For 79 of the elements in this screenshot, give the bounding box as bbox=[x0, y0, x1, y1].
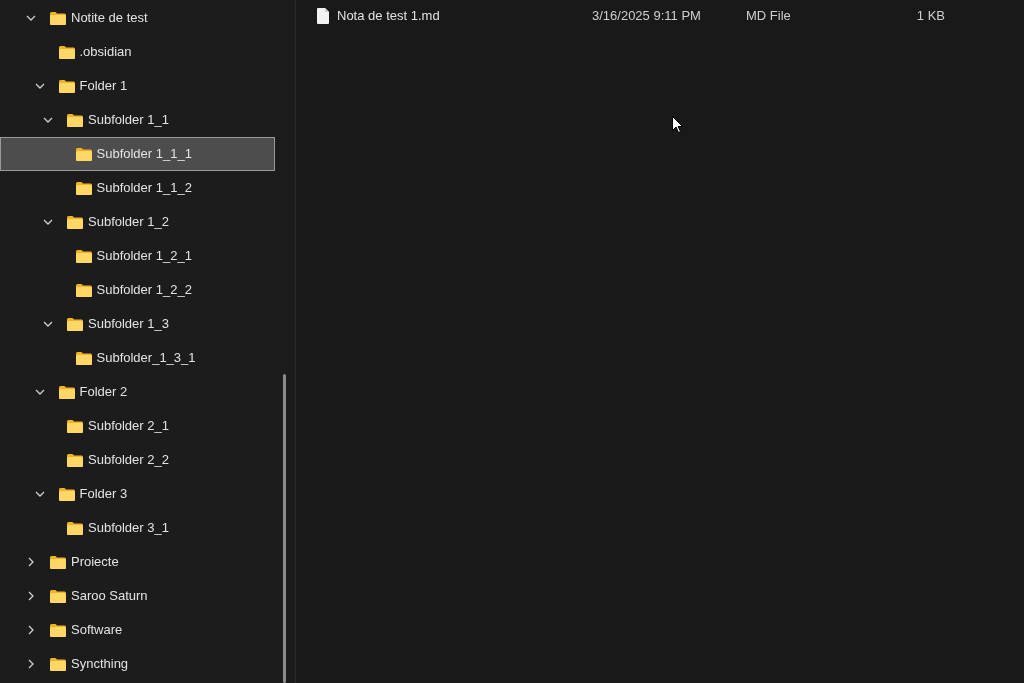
folder-icon bbox=[75, 181, 92, 195]
folder-icon bbox=[58, 79, 75, 93]
document-icon bbox=[317, 7, 329, 24]
chevron-down-icon[interactable] bbox=[26, 13, 36, 23]
folder-icon bbox=[75, 147, 92, 161]
folder-name: Subfolder 1_1_1 bbox=[96, 145, 192, 164]
folder-name: Software bbox=[71, 621, 123, 640]
file-name: Nota de test 1.md bbox=[337, 6, 441, 25]
tree-item[interactable]: Syncthing bbox=[0, 647, 275, 681]
file-type: MD File bbox=[746, 6, 792, 25]
folder-name: Notite de test bbox=[71, 9, 148, 28]
tree-item[interactable]: Proiecte bbox=[0, 545, 275, 579]
folder-icon bbox=[67, 317, 83, 331]
chevron-right-icon[interactable] bbox=[26, 659, 36, 669]
folder-icon bbox=[58, 45, 75, 59]
folder-name: Syncthing bbox=[71, 655, 129, 674]
folder-icon bbox=[50, 11, 66, 25]
chevron-down-icon[interactable] bbox=[43, 115, 53, 125]
file-date: 3/16/2025 9:11 PM bbox=[592, 6, 702, 25]
chevron-down-icon[interactable] bbox=[43, 217, 53, 227]
tree-item[interactable]: Software bbox=[0, 613, 275, 647]
file-size: 1 KB bbox=[915, 6, 945, 25]
folder-icon bbox=[67, 453, 83, 467]
folder-icon bbox=[50, 657, 66, 671]
folder-icon bbox=[67, 419, 83, 433]
folder-name: Subfolder 1_3 bbox=[88, 315, 169, 334]
tree-item[interactable]: Folder 1 bbox=[0, 69, 275, 103]
folder-icon bbox=[75, 249, 92, 263]
tree-item[interactable]: Subfolder 1_1 bbox=[0, 103, 275, 137]
folder-icon bbox=[50, 555, 66, 569]
tree-item[interactable]: Subfolder 3_1 bbox=[0, 511, 275, 545]
tree-item[interactable]: Subfolder 1_1_2 bbox=[0, 171, 275, 205]
folder-name: Subfolder_1_3_1 bbox=[96, 349, 196, 368]
tree-item[interactable]: Subfolder 1_2 bbox=[0, 205, 275, 239]
folder-icon bbox=[67, 521, 83, 535]
tree-item[interactable]: Subfolder_1_3_1 bbox=[0, 341, 275, 375]
tree-item[interactable]: Subfolder 1_2_2 bbox=[0, 273, 275, 307]
folder-name: Subfolder 1_2 bbox=[88, 213, 169, 232]
mouse-cursor-icon bbox=[672, 116, 683, 133]
chevron-down-icon[interactable] bbox=[34, 387, 45, 397]
folder-name: Subfolder 1_2_2 bbox=[96, 281, 192, 300]
folder-icon bbox=[58, 487, 75, 501]
chevron-down-icon[interactable] bbox=[34, 81, 45, 91]
folder-icon bbox=[50, 623, 66, 637]
folder-icon bbox=[58, 385, 75, 399]
folder-name: Proiecte bbox=[71, 553, 119, 572]
folder-name: Subfolder 2_2 bbox=[88, 451, 169, 470]
tree-item[interactable]: Folder 3 bbox=[0, 477, 275, 511]
folder-name: Subfolder 1_1_2 bbox=[96, 179, 192, 198]
folder-name: Subfolder 1_2_1 bbox=[96, 247, 192, 266]
tree-item[interactable]: Subfolder 1_1_1 bbox=[0, 137, 275, 171]
folder-name: Folder 3 bbox=[79, 485, 128, 504]
chevron-down-icon[interactable] bbox=[34, 489, 45, 499]
folder-name: Subfolder 2_1 bbox=[88, 417, 169, 436]
tree-item[interactable]: Saroo Saturn bbox=[0, 579, 275, 613]
folder-name: Folder 1 bbox=[79, 77, 128, 96]
tree-item[interactable]: Notite de test bbox=[0, 1, 275, 35]
folder-icon bbox=[75, 351, 92, 365]
tree-item[interactable]: Subfolder 2_2 bbox=[0, 443, 275, 477]
tree-item[interactable]: Folder 2 bbox=[0, 375, 275, 409]
folder-name: Folder 2 bbox=[79, 383, 128, 402]
folder-icon bbox=[50, 589, 66, 603]
chevron-right-icon[interactable] bbox=[26, 557, 36, 567]
chevron-down-icon[interactable] bbox=[43, 319, 53, 329]
file-row[interactable]: Nota de test 1.md 3/16/2025 9:11 PM MD File 1 KB bbox=[317, 0, 1024, 31]
folder-name: .obsidian bbox=[79, 43, 132, 62]
folder-icon bbox=[75, 283, 92, 297]
tree-item[interactable]: .obsidian bbox=[0, 35, 275, 69]
folder-icon bbox=[67, 113, 83, 127]
scrollbar[interactable] bbox=[283, 374, 286, 683]
folder-icon bbox=[67, 215, 83, 229]
tree-item[interactable]: Subfolder 1_2_1 bbox=[0, 239, 275, 273]
folder-name: Saroo Saturn bbox=[71, 587, 148, 606]
tree-item[interactable]: Subfolder 2_1 bbox=[0, 409, 275, 443]
chevron-right-icon[interactable] bbox=[26, 591, 36, 601]
folder-name: Subfolder 3_1 bbox=[88, 519, 169, 538]
tree-item[interactable]: Subfolder 1_3 bbox=[0, 307, 275, 341]
folder-name: Subfolder 1_1 bbox=[88, 111, 169, 130]
chevron-right-icon[interactable] bbox=[26, 625, 36, 635]
